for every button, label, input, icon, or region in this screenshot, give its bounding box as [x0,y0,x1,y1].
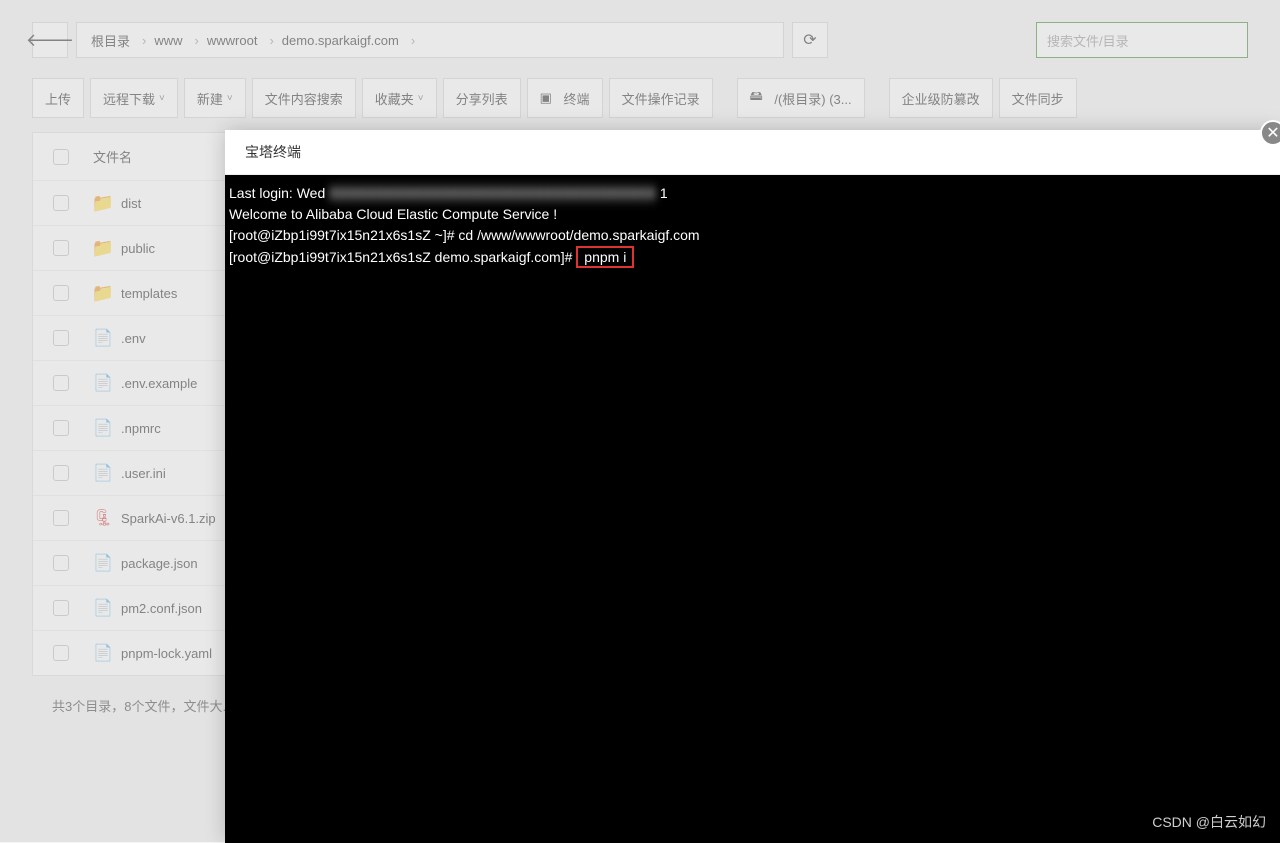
file-name[interactable]: pnpm-lock.yaml [121,646,212,661]
close-icon: ✕ [1266,123,1279,143]
chevron-right-icon: › [142,33,146,48]
favorites-button[interactable]: 收藏夹˅ [362,78,437,118]
chevron-down-icon: ˅ [159,93,165,104]
disk-icon: 🖴 [750,87,763,109]
chevron-right-icon: › [411,33,415,48]
terminal-icon: ▣ [540,90,552,106]
row-checkbox[interactable] [53,285,69,301]
breadcrumb-segment[interactable]: wwwroot [207,33,258,48]
column-filename[interactable]: 文件名 [93,147,132,166]
folder-icon: 📁 [93,238,113,258]
highlighted-command: pnpm i [576,246,634,268]
chevron-right-icon: › [269,33,273,48]
row-checkbox[interactable] [53,510,69,526]
remote-download-button[interactable]: 远程下载˅ [90,78,178,118]
breadcrumb-segment[interactable]: www [154,33,182,48]
file-name[interactable]: .env.example [121,376,197,391]
file-name[interactable]: .env [121,331,146,346]
terminal-button[interactable]: ▣ 终端 [527,78,603,118]
terminal-modal: ✕ 宝塔终端 Last login: Wed XXXXXXXXXXXXXXXXX… [225,130,1280,842]
row-checkbox[interactable] [53,645,69,661]
row-checkbox[interactable] [53,555,69,571]
content-search-button[interactable]: 文件内容搜索 [252,78,356,118]
file-ops-button[interactable]: 文件操作记录 [609,78,713,118]
row-checkbox[interactable] [53,375,69,391]
terminal-output[interactable]: Last login: Wed XXXXXXXXXXXXXXXXXXXXXXXX… [225,175,1280,843]
breadcrumb[interactable]: 根目录 › www › wwwroot › demo.sparkaigf.com… [76,22,784,58]
row-checkbox[interactable] [53,330,69,346]
back-button[interactable]: 🡐 [32,22,68,58]
breadcrumb-segment[interactable]: demo.sparkaigf.com [282,33,399,48]
row-checkbox[interactable] [53,240,69,256]
file-name[interactable]: pm2.conf.json [121,601,202,616]
chevron-right-icon: › [195,33,199,48]
modal-title: 宝塔终端 [225,130,1280,175]
toolbar: 上传 远程下载˅ 新建˅ 文件内容搜索 收藏夹˅ 分享列表 ▣ 终端 文件操作记… [32,78,1248,118]
share-list-button[interactable]: 分享列表 [443,78,521,118]
folder-icon: 📁 [93,283,113,303]
file-name[interactable]: SparkAi-v6.1.zip [121,511,216,526]
file-icon: 📄 [93,418,113,438]
file-name[interactable]: dist [121,196,141,211]
folder-icon: 📁 [93,193,113,213]
select-all-checkbox[interactable] [53,149,69,165]
file-name[interactable]: package.json [121,556,198,571]
row-checkbox[interactable] [53,600,69,616]
json-icon: 📄 [93,553,113,573]
refresh-icon: ⟳ [803,30,816,50]
close-button[interactable]: ✕ [1260,120,1280,146]
breadcrumb-root[interactable]: 根目录 [91,31,130,50]
watermark: CSDN @白云如幻 [1152,812,1266,832]
file-icon: 📄 [93,643,113,663]
file-icon: 📄 [93,373,113,393]
json-icon: 📄 [93,598,113,618]
file-name[interactable]: public [121,241,155,256]
file-icon: 📄 [93,328,113,348]
zip-icon: 🗜 [93,508,113,528]
file-name[interactable]: .user.ini [121,466,166,481]
file-name[interactable]: templates [121,286,177,301]
row-checkbox[interactable] [53,465,69,481]
tamper-proof-button[interactable]: 企业级防篡改 [889,78,993,118]
chevron-down-icon: ˅ [418,93,424,104]
redacted-text: XXXXXXXXXXXXXXXXXXXXXXXXXXXXXXXXXXX [329,183,656,204]
search-input[interactable]: 搜索文件/目录 [1036,22,1248,58]
chevron-down-icon: ˅ [227,93,233,104]
search-placeholder: 搜索文件/目录 [1047,31,1129,50]
row-checkbox[interactable] [53,195,69,211]
file-sync-button[interactable]: 文件同步 [999,78,1077,118]
new-button[interactable]: 新建˅ [184,78,246,118]
file-icon: 📄 [93,463,113,483]
upload-button[interactable]: 上传 [32,78,84,118]
row-checkbox[interactable] [53,420,69,436]
disk-button[interactable]: 🖴 /(根目录) (3... [737,78,865,118]
refresh-button[interactable]: ⟳ [792,22,828,58]
file-name[interactable]: .npmrc [121,421,161,436]
